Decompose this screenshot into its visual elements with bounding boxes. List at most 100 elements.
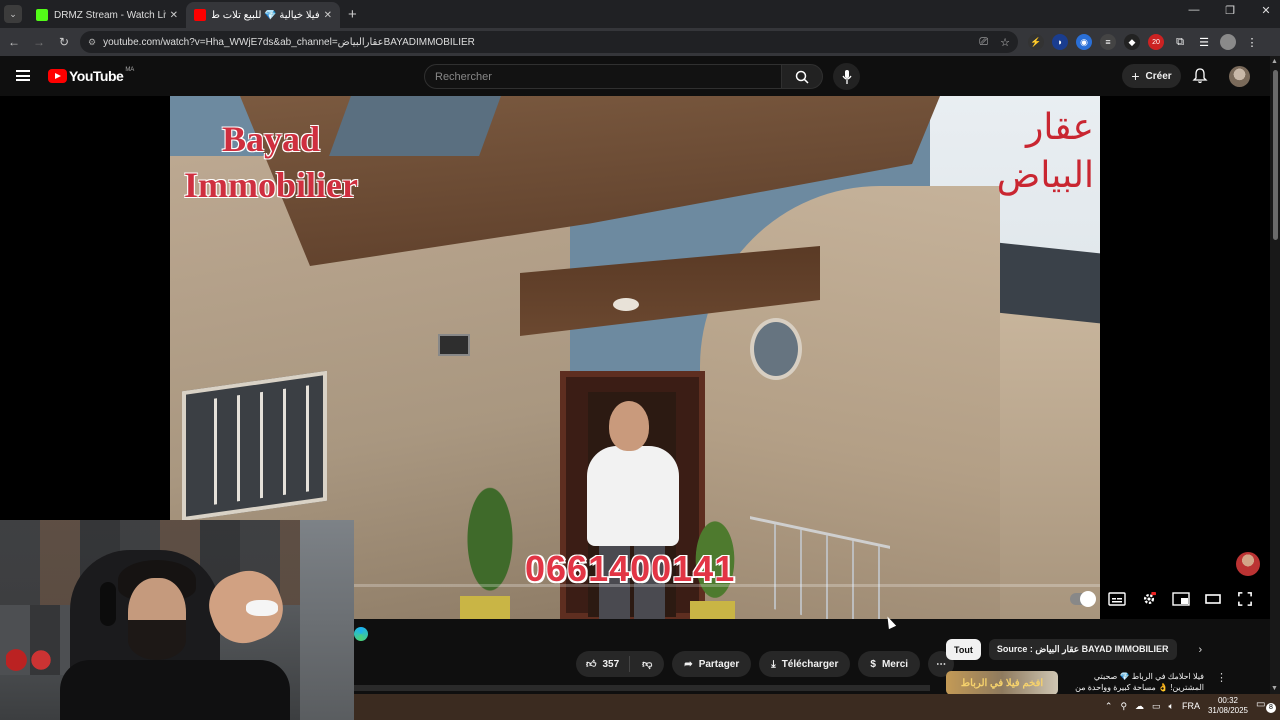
video-barred-window [182, 370, 327, 522]
plus-icon: + [1131, 68, 1140, 84]
system-tray: ⌃ ⚲ ☁ ▭ 🔈︎ FRA 00:32 31/08/2025 ▭ 8 [1105, 696, 1276, 716]
browser-toolbar: ← → ↻ ⚙ youtube.com/watch?v=Hha_WWjE7ds&… [0, 28, 1280, 56]
search-placeholder: Rechercher [435, 70, 492, 83]
thanks-button[interactable]: $ Merci [858, 651, 921, 677]
recommended-video[interactable]: افخم فيلا في الرباط فيلا احلامك في الربا… [946, 671, 1270, 695]
extensions-puzzle-icon[interactable]: ⧉ [1172, 34, 1188, 50]
notifications-bell-icon[interactable] [1192, 68, 1208, 84]
extension-badge-icon[interactable]: 20 [1148, 34, 1164, 50]
close-window-icon[interactable]: ✕ [1258, 4, 1274, 17]
autoplay-toggle[interactable] [1070, 591, 1096, 607]
recommended-menu-icon[interactable]: ⋮ [1216, 671, 1227, 695]
tab-title: فيلا خيالية 💎 للبيع تلات طو [212, 9, 320, 21]
youtube-favicon-icon [194, 9, 206, 21]
thumbs-up-icon: 👍︎ [586, 659, 597, 670]
notification-center-icon[interactable]: ▭ 8 [1256, 699, 1276, 713]
youtube-header: YouTube MA Rechercher + Créer [0, 56, 1280, 96]
new-tab-button[interactable]: + [348, 6, 357, 23]
restore-icon[interactable]: ❐ [1222, 4, 1238, 17]
search-button[interactable] [781, 64, 823, 89]
youtube-logo[interactable]: YouTube MA [48, 67, 135, 84]
browser-tab-strip: ⌄ DRMZ Stream - Watch Live on K ✕ فيلا خ… [0, 0, 1280, 28]
extension-5-icon[interactable]: ◆ [1124, 34, 1140, 50]
tab-title: DRMZ Stream - Watch Live on K [54, 9, 166, 21]
cast-icon[interactable]: ⎚ [979, 36, 988, 49]
thumbs-down-icon: 👎︎ [642, 659, 653, 670]
account-avatar[interactable] [1229, 66, 1250, 87]
horizontal-scrollbar[interactable] [354, 685, 930, 691]
super-thanks-icon: $ [870, 658, 876, 670]
cloud-icon[interactable]: ☁ [1135, 701, 1144, 712]
browser-tab-youtube[interactable]: فيلا خيالية 💎 للبيع تلات طو ✕ [186, 2, 340, 28]
hamburger-menu-icon[interactable] [16, 70, 30, 81]
microphone-icon [841, 69, 852, 84]
chip-source[interactable]: Source : عقار البياض BAYAD IMMOBILIER [988, 639, 1177, 660]
fullscreen-icon[interactable] [1236, 592, 1254, 606]
dislike-button[interactable]: 👎︎ [630, 658, 664, 670]
streamer-webcam [0, 520, 354, 720]
country-code: MA [125, 67, 135, 73]
youtube-play-icon [48, 69, 67, 83]
volume-icon[interactable]: 🔈︎ [1169, 701, 1174, 712]
like-button[interactable]: 👍︎ 357 [576, 656, 631, 672]
more-icon: ⋯ [936, 658, 947, 670]
close-tab-icon[interactable]: ✕ [324, 10, 332, 21]
profile-avatar[interactable] [1220, 34, 1236, 50]
address-bar[interactable]: ⚙ youtube.com/watch?v=Hha_WWjE7ds&ab_cha… [80, 31, 1018, 53]
scrollbar-thumb[interactable] [1273, 70, 1278, 240]
miniplayer-icon[interactable] [1172, 592, 1190, 606]
location-icon[interactable]: ⚲ [1120, 701, 1127, 712]
extension-2-icon[interactable]: ◗ [1052, 34, 1068, 50]
overlay-title-english: Bayad Immobilier [184, 119, 358, 205]
system-clock[interactable]: 00:32 31/08/2025 [1208, 696, 1248, 716]
url-text: youtube.com/watch?v=Hha_WWjE7ds&ab_chann… [103, 36, 475, 48]
theater-mode-icon[interactable] [1204, 592, 1222, 606]
browser-menu-icon[interactable]: ⋮ [1244, 34, 1260, 50]
overlay-title-arabic: عقار البياض [996, 107, 1094, 196]
player-controls-right [1070, 591, 1254, 607]
clock-date: 31/08/2025 [1207, 706, 1248, 715]
close-tab-icon[interactable]: ✕ [170, 10, 178, 21]
chevron-right-icon[interactable]: › [1199, 644, 1203, 656]
download-button[interactable]: ⤓ Télécharger [759, 651, 851, 677]
extension-4-icon[interactable]: ≡ [1100, 34, 1116, 50]
scroll-up-icon[interactable]: ▲ [1271, 58, 1278, 65]
video-round-window [750, 318, 802, 380]
site-info-icon[interactable]: ⚙ [88, 37, 96, 48]
scroll-down-icon[interactable]: ▼ [1271, 685, 1278, 692]
channel-watermark[interactable] [1236, 552, 1260, 576]
chevron-up-icon[interactable]: ⌃ [1105, 701, 1113, 712]
tab-search-button[interactable]: ⌄ [4, 5, 22, 23]
language-indicator[interactable]: FRA [1182, 701, 1200, 711]
window-controls: — ❐ ✕ [1186, 4, 1274, 17]
page-scrollbar[interactable]: ▲ ▼ [1270, 56, 1280, 694]
forward-icon[interactable]: → [28, 35, 50, 49]
settings-gear-icon[interactable] [1140, 592, 1158, 606]
create-button[interactable]: + Créer [1122, 64, 1181, 88]
search-input[interactable]: Rechercher [424, 64, 782, 89]
notification-count: 8 [1266, 703, 1276, 713]
related-filter-chips: Tout Source : عقار البياض BAYAD IMMOBILI… [946, 639, 1202, 660]
voice-search-button[interactable] [833, 63, 860, 90]
reload-icon[interactable]: ↻ [53, 35, 75, 49]
share-button[interactable]: ➦ Partager [672, 651, 752, 677]
chip-all[interactable]: Tout [946, 639, 981, 660]
extensions-row: ⚡ ◗ ◉ ≡ ◆ 20 ⧉ ☰ ⋮ [1028, 34, 1260, 50]
extension-3-icon[interactable]: ◉ [1076, 34, 1092, 50]
video-ceiling-lamp [613, 298, 639, 311]
video-pot-left [460, 596, 510, 619]
browser-tab-kick[interactable]: DRMZ Stream - Watch Live on K ✕ [28, 2, 186, 28]
download-icon: ⤓ [771, 658, 776, 670]
back-icon[interactable]: ← [3, 35, 25, 49]
recommended-title[interactable]: فيلا احلامك في الرباط 💎 صحبتي المشترين! … [1064, 671, 1204, 693]
windows-taskbar: ⌃ ⚲ ☁ ▭ 🔈︎ FRA 00:32 31/08/2025 ▭ 8 [354, 694, 1280, 720]
extension-1-icon[interactable]: ⚡ [1028, 34, 1044, 50]
reading-list-icon[interactable]: ☰ [1196, 34, 1212, 50]
recommended-thumbnail[interactable]: افخم فيلا في الرباط [946, 671, 1058, 695]
subtitles-icon[interactable] [1108, 592, 1126, 606]
minimize-icon[interactable]: — [1186, 4, 1202, 17]
like-dislike-group: 👍︎ 357 👎︎ [576, 651, 665, 677]
bookmark-star-icon[interactable]: ☆ [1000, 36, 1010, 49]
network-icon[interactable]: ▭ [1152, 701, 1161, 712]
video-actions: 👍︎ 357 👎︎ ➦ Partager ⤓ Télécharger $ Mer… [576, 651, 955, 677]
